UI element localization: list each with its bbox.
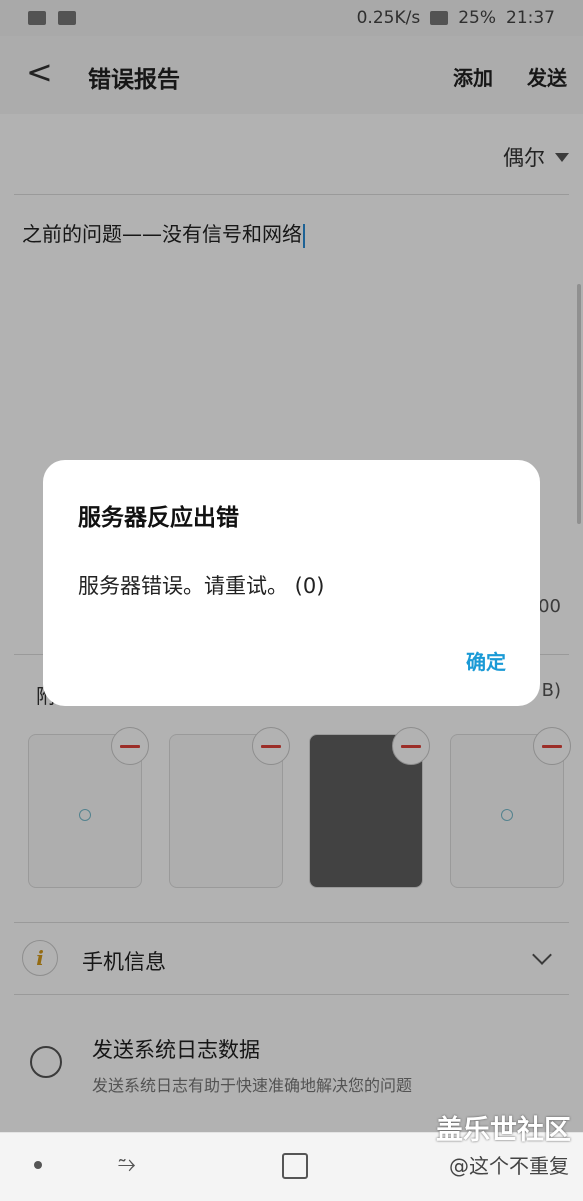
error-dialog: 服务器反应出错 服务器错误。请重试。 (0) 确定 — [43, 460, 540, 706]
nav-dot-icon[interactable] — [34, 1161, 42, 1169]
dialog-title: 服务器反应出错 — [78, 505, 239, 531]
dialog-message: 服务器错误。请重试。 (0) — [78, 574, 325, 598]
watermark-user: @这个不重复 — [449, 1154, 569, 1178]
home-icon[interactable] — [282, 1153, 308, 1179]
watermark-brand: 盖乐世社区 — [436, 1115, 571, 1146]
ok-button[interactable]: 确定 — [466, 646, 506, 675]
recent-apps-icon[interactable]: ⥲ — [118, 1154, 140, 1176]
